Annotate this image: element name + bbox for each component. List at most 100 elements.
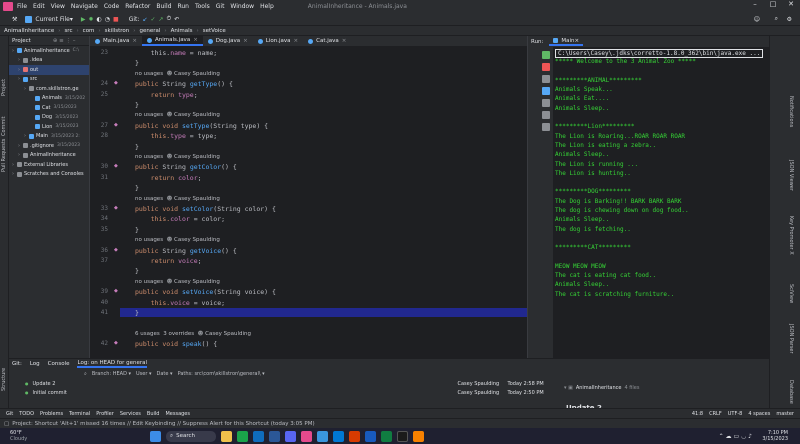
author-hint[interactable]: Casey Spaulding <box>174 237 220 243</box>
usage-hint[interactable]: no usages <box>135 237 167 243</box>
menu-item-tools[interactable]: Tools <box>195 3 210 10</box>
history-icon[interactable]: ⏱ <box>167 15 172 23</box>
git-tab-active[interactable]: Log: on HEAD for general <box>77 360 148 368</box>
project-tree-item[interactable]: › Main 3/15/2023 2: <box>9 132 89 142</box>
git-commit-icon[interactable]: ✓ <box>150 16 155 23</box>
console-line[interactable]: The Dog is Barking!! BARK BARK BARK <box>555 198 770 207</box>
console-line[interactable] <box>555 179 770 188</box>
right-strip-notifications[interactable]: Notifications <box>788 96 794 127</box>
method-marker-icon[interactable]: ◆ <box>114 247 118 253</box>
clock[interactable]: 7:10 PM 3/15/2023 <box>762 430 788 442</box>
right-strip-database[interactable]: Database <box>788 380 794 404</box>
profile-icon[interactable]: ◔ <box>105 16 110 23</box>
left-strip-pull-requests[interactable]: Pull Requests <box>1 139 7 172</box>
status-tool-build[interactable]: Build <box>147 411 160 417</box>
console-line[interactable]: *********Lion********* <box>555 123 770 132</box>
breadcrumb-item[interactable]: skillstron <box>105 28 130 34</box>
status-item[interactable]: CRLF <box>709 411 722 417</box>
print-icon[interactable] <box>542 111 550 119</box>
git-filter[interactable]: User ▾ <box>136 371 152 377</box>
trash-icon[interactable] <box>542 123 550 131</box>
close-icon[interactable]: × <box>193 37 198 43</box>
chevron-icon[interactable]: › <box>18 76 22 82</box>
run-config-select[interactable]: Current File ▾ <box>25 15 73 23</box>
console-line[interactable]: Animals Sleep.. <box>555 151 770 160</box>
code-line[interactable]: this.name = name; <box>135 49 218 57</box>
status-tool-messages[interactable]: Messages <box>165 411 190 417</box>
status-tool-profiler[interactable]: Profiler <box>96 411 114 417</box>
close-icon[interactable]: ✕ <box>782 0 800 8</box>
author-hint[interactable]: Casey Spaulding <box>174 71 220 77</box>
stop-icon[interactable] <box>542 63 550 71</box>
stop-icon[interactable]: ■ <box>113 16 119 23</box>
chrome-icon[interactable] <box>237 430 248 442</box>
intellij-icon[interactable] <box>301 430 312 442</box>
editor-tab[interactable]: Animals.java × <box>142 36 203 46</box>
code-line[interactable]: public String getVoice() { <box>135 247 237 255</box>
code-line[interactable]: return color; <box>135 174 202 182</box>
menu-item-edit[interactable]: Edit <box>33 3 45 10</box>
code-line[interactable]: } <box>135 309 139 317</box>
code-line[interactable]: public void setColor(String color) { <box>135 205 276 213</box>
code-line[interactable]: this.color = color; <box>135 215 225 223</box>
console-line[interactable] <box>555 68 770 77</box>
chevron-icon[interactable]: › <box>24 133 28 139</box>
menu-item-navigate[interactable]: Navigate <box>71 3 98 10</box>
project-tree-item[interactable]: › AnimalInheritance <box>9 151 89 161</box>
breadcrumb-item[interactable]: src <box>64 28 72 34</box>
run-tab[interactable]: Main × <box>549 38 584 46</box>
status-item[interactable]: 41:8 <box>692 411 703 417</box>
status-tool-terminal[interactable]: Terminal <box>69 411 90 417</box>
mail-icon[interactable] <box>269 430 280 442</box>
console-line[interactable]: The cat is scratching furniture.. <box>555 291 770 300</box>
console-line[interactable] <box>555 114 770 123</box>
usage-hint[interactable]: 6 usages 3 overrides <box>135 331 198 337</box>
code-line[interactable]: } <box>135 184 139 192</box>
git-push-icon[interactable]: ↗ <box>158 16 163 23</box>
console-line[interactable]: *********DOG********* <box>555 188 770 197</box>
project-tree-item[interactable]: › External Libraries <box>9 160 89 170</box>
code-line[interactable]: public void setVoice(String voice) { <box>135 288 276 296</box>
status-tool-git[interactable]: Git <box>6 411 13 417</box>
vscode-icon[interactable] <box>333 430 344 442</box>
console-line[interactable]: MEOW MEOW MEOW <box>555 263 770 272</box>
status-item[interactable]: master <box>776 411 794 417</box>
status-item[interactable]: UTF-8 <box>728 411 743 417</box>
right-strip-json-parser[interactable]: JSON Parser <box>788 324 794 354</box>
left-strip-structure[interactable]: Structure <box>1 368 7 391</box>
code-line[interactable]: } <box>135 101 139 109</box>
coverage-icon[interactable]: ◐ <box>97 16 102 23</box>
console-output[interactable]: C:\Users\Casey\.jdks\corretto-1.8.0_362\… <box>555 49 770 358</box>
git-filter[interactable]: Date ▾ <box>157 371 173 377</box>
chevron-icon[interactable]: › <box>12 48 16 54</box>
project-tree-item[interactable]: Dog 3/15/2023 <box>9 113 89 123</box>
terminal-icon[interactable] <box>317 430 328 442</box>
java-icon[interactable] <box>413 430 424 442</box>
git-tab[interactable]: Log <box>30 361 40 367</box>
author-hint[interactable]: Casey Spaulding <box>205 331 251 337</box>
word-icon[interactable] <box>365 430 376 442</box>
console-line[interactable]: The Lion is Roaring...ROAR ROAR ROAR <box>555 133 770 142</box>
code-line[interactable]: public String getType() { <box>135 80 233 88</box>
editor-tab[interactable]: Main.java × <box>90 36 142 46</box>
project-tree-item[interactable]: › com.skillstron.ge <box>9 84 89 94</box>
debug-icon[interactable]: ✹ <box>89 16 94 23</box>
right-strip-sciview[interactable]: SciView <box>788 284 794 303</box>
maximize-icon[interactable]: □ <box>764 0 782 8</box>
code-area[interactable]: 23 this.name = name;} no usages ☻ Casey S… <box>90 47 528 358</box>
chevron-icon[interactable]: › <box>18 67 22 73</box>
windows-start-icon[interactable] <box>150 430 161 442</box>
close-icon[interactable]: × <box>132 38 137 44</box>
chevron-icon[interactable]: › <box>18 143 22 149</box>
menu-item-refactor[interactable]: Refactor <box>125 3 150 10</box>
search-icon[interactable]: ⌕ <box>775 15 778 23</box>
file-explorer-icon[interactable] <box>221 430 232 442</box>
project-tree-item[interactable]: Animals 3/15/202 <box>9 94 89 104</box>
console-line[interactable]: The cat is eating cat food.. <box>555 272 770 281</box>
menu-item-view[interactable]: View <box>51 3 65 10</box>
discord-icon[interactable] <box>285 430 296 442</box>
rollback-icon[interactable]: ↶ <box>174 16 179 23</box>
status-tool-services[interactable]: Services <box>120 411 141 417</box>
method-marker-icon[interactable]: ◆ <box>114 122 118 128</box>
code-line[interactable]: } <box>135 267 139 275</box>
